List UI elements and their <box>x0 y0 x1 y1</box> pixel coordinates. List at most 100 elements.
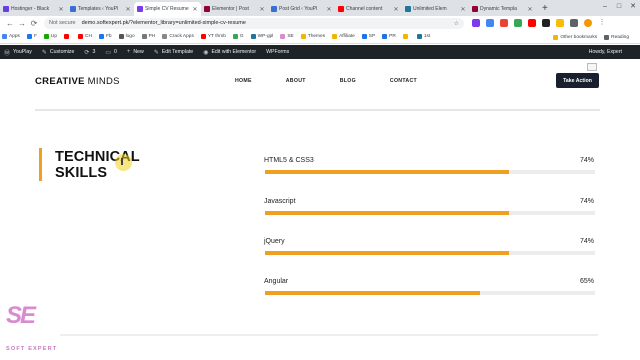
extension-icon[interactable] <box>472 19 480 27</box>
bookmark-item[interactable]: logo <box>118 34 135 39</box>
tab-close-icon[interactable]: ✕ <box>527 6 533 13</box>
skill-percent: 65% <box>579 278 594 285</box>
soft-expert-watermark: SE SOFT EXPERT <box>4 302 64 358</box>
bookmark-item[interactable]: Fb <box>98 34 112 39</box>
skill-percent: 74% <box>579 238 594 245</box>
browser-tab-strip: Hostinger - Black ✕ Templates ‹ YouPl ✕ Simp… <box>0 0 640 16</box>
browser-tab[interactable]: Hostinger - Black ✕ <box>0 2 67 16</box>
bookmark-item[interactable]: CH <box>78 34 92 39</box>
nav-blog[interactable]: BLOG <box>340 78 356 84</box>
wp-customize[interactable]: ✎ Customize <box>42 49 75 56</box>
tab-close-icon[interactable]: ✕ <box>125 6 131 13</box>
close-window-button[interactable]: ✕ <box>626 0 640 14</box>
extension-icon[interactable] <box>514 19 522 27</box>
bookmark-item[interactable]: Apps <box>2 34 20 39</box>
new-tab-button[interactable]: + <box>536 2 554 16</box>
bookmark-favicon-icon <box>250 34 256 39</box>
comment-icon: ▭ <box>105 49 112 56</box>
bookmark-item[interactable]: PH <box>141 34 155 39</box>
bookmark-label: Up <box>50 34 58 39</box>
site-logo[interactable]: CREATIVE MINDS <box>35 76 120 87</box>
bookmark-item[interactable]: Up <box>43 34 58 39</box>
wp-new[interactable]: + New <box>127 49 144 55</box>
extension-icon[interactable] <box>500 19 508 27</box>
other-bookmarks[interactable]: Other bookmarks <box>553 34 597 40</box>
bookmark-item[interactable]: Themes <box>300 34 325 39</box>
extension-icon[interactable] <box>528 19 536 27</box>
bookmark-item[interactable] <box>64 34 71 39</box>
bookmark-item[interactable]: G <box>232 34 244 39</box>
extension-icon[interactable] <box>486 19 494 27</box>
nav-contact[interactable]: CONTACT <box>390 78 417 84</box>
wp-admin-bar: Ⓦ YouPlay ✎ Customize ⟳ 3 ▭ 0 + New ✎ Edit Tem… <box>0 45 640 59</box>
browser-tab[interactable]: Dynamic Templa ✕ <box>469 2 536 16</box>
tab-title: Hostinger - Black <box>11 6 50 12</box>
tab-close-icon[interactable]: ✕ <box>460 6 466 13</box>
plus-icon: + <box>126 49 131 55</box>
nav-home[interactable]: HOME <box>235 78 252 84</box>
bookmark-item[interactable]: PR <box>382 34 396 39</box>
skill-percent: 74% <box>579 157 594 164</box>
forward-icon[interactable]: → <box>16 19 28 28</box>
take-action-button[interactable]: Take Action <box>556 73 599 88</box>
bookmark-star-icon[interactable]: ☆ <box>454 20 459 27</box>
tab-close-icon[interactable]: ✕ <box>326 6 332 13</box>
wp-site-name[interactable]: Ⓦ YouPlay <box>4 48 32 57</box>
bookmark-item[interactable]: WP-gpl <box>250 34 274 39</box>
browser-tab[interactable]: Post Grid ‹ YouPl ✕ <box>268 2 335 16</box>
maximize-button[interactable]: □ <box>612 0 626 14</box>
main-nav: HOME ABOUT BLOG CONTACT <box>235 78 451 84</box>
nav-about[interactable]: ABOUT <box>286 78 306 84</box>
brush-icon: ✎ <box>41 49 47 56</box>
minimize-button[interactable]: – <box>598 0 612 14</box>
wp-updates[interactable]: ⟳ 3 <box>84 49 95 56</box>
profile-avatar[interactable] <box>584 19 592 27</box>
reading-list[interactable]: Reading <box>604 34 629 40</box>
browser-tab[interactable]: Simple CV Resume ✕ <box>134 2 201 16</box>
tab-title: Elementor | Post <box>212 6 249 12</box>
image-placeholder-icon <box>587 63 597 71</box>
url-input[interactable]: Not secure demo.softexpert.pk/?elementor… <box>44 17 464 29</box>
tab-close-icon[interactable]: ✕ <box>393 6 399 13</box>
skill-bar-html-css: HTML5 & CSS3 74% <box>264 157 595 177</box>
tab-close-icon[interactable]: ✕ <box>192 6 198 13</box>
browser-tab[interactable]: Templates ‹ YouPl ✕ <box>67 2 134 16</box>
browser-tab[interactable]: Elementor | Post ✕ <box>201 2 268 16</box>
bookmark-item[interactable]: Crack Apps <box>162 34 194 39</box>
skill-name: Angular <box>264 278 289 285</box>
bookmark-label: WP-gpl <box>257 34 274 39</box>
bookmark-label: PR <box>389 34 396 39</box>
tab-favicon-icon <box>405 6 411 12</box>
wp-edit-elementor[interactable]: ◉ Edit with Elementor <box>203 49 256 56</box>
back-icon[interactable]: ← <box>4 19 16 28</box>
puzzle-icon[interactable] <box>570 19 578 27</box>
window-controls: – □ ✕ <box>598 0 640 14</box>
bookmark-item[interactable]: Affiliate <box>332 34 355 39</box>
browser-tab[interactable]: Channel content ✕ <box>335 2 402 16</box>
browser-tab[interactable]: Unlimited Elem ✕ <box>402 2 469 16</box>
bookmark-item[interactable]: SE <box>280 34 294 39</box>
bookmark-item[interactable]: SP <box>361 34 375 39</box>
skill-bar-javascript: Javascript 74% <box>264 198 595 218</box>
bookmark-item[interactable]: F <box>26 34 37 39</box>
wp-wpforms[interactable]: WPForms <box>266 49 289 55</box>
bookmark-favicon-icon <box>2 34 7 39</box>
bookmark-item[interactable] <box>402 34 410 39</box>
tab-close-icon[interactable]: ✕ <box>58 6 64 13</box>
bookmarks-bar-right: Other bookmarks Reading <box>553 30 636 44</box>
reading-list-icon <box>604 34 610 40</box>
tab-title: Post Grid ‹ YouPl <box>279 6 318 12</box>
bookmark-item[interactable]: 1st <box>416 34 430 39</box>
reload-icon[interactable]: ⟳ <box>28 19 40 28</box>
menu-icon[interactable]: ⋮ <box>598 19 606 27</box>
wp-howdy-user[interactable]: Howdy, Expert <box>589 49 622 55</box>
extension-icon[interactable] <box>556 19 564 27</box>
progress-track <box>265 211 595 215</box>
not-secure-label[interactable]: Not secure <box>49 20 76 26</box>
tab-close-icon[interactable]: ✕ <box>259 6 265 13</box>
site-header: CREATIVE MINDS HOME ABOUT BLOG CONTACT T… <box>0 59 640 105</box>
wp-edit-template[interactable]: ✎ Edit Template <box>154 49 193 56</box>
wp-comments[interactable]: ▭ 0 <box>105 49 117 56</box>
bookmark-item[interactable]: YT thmb <box>200 34 226 39</box>
extension-icon[interactable] <box>542 19 550 27</box>
